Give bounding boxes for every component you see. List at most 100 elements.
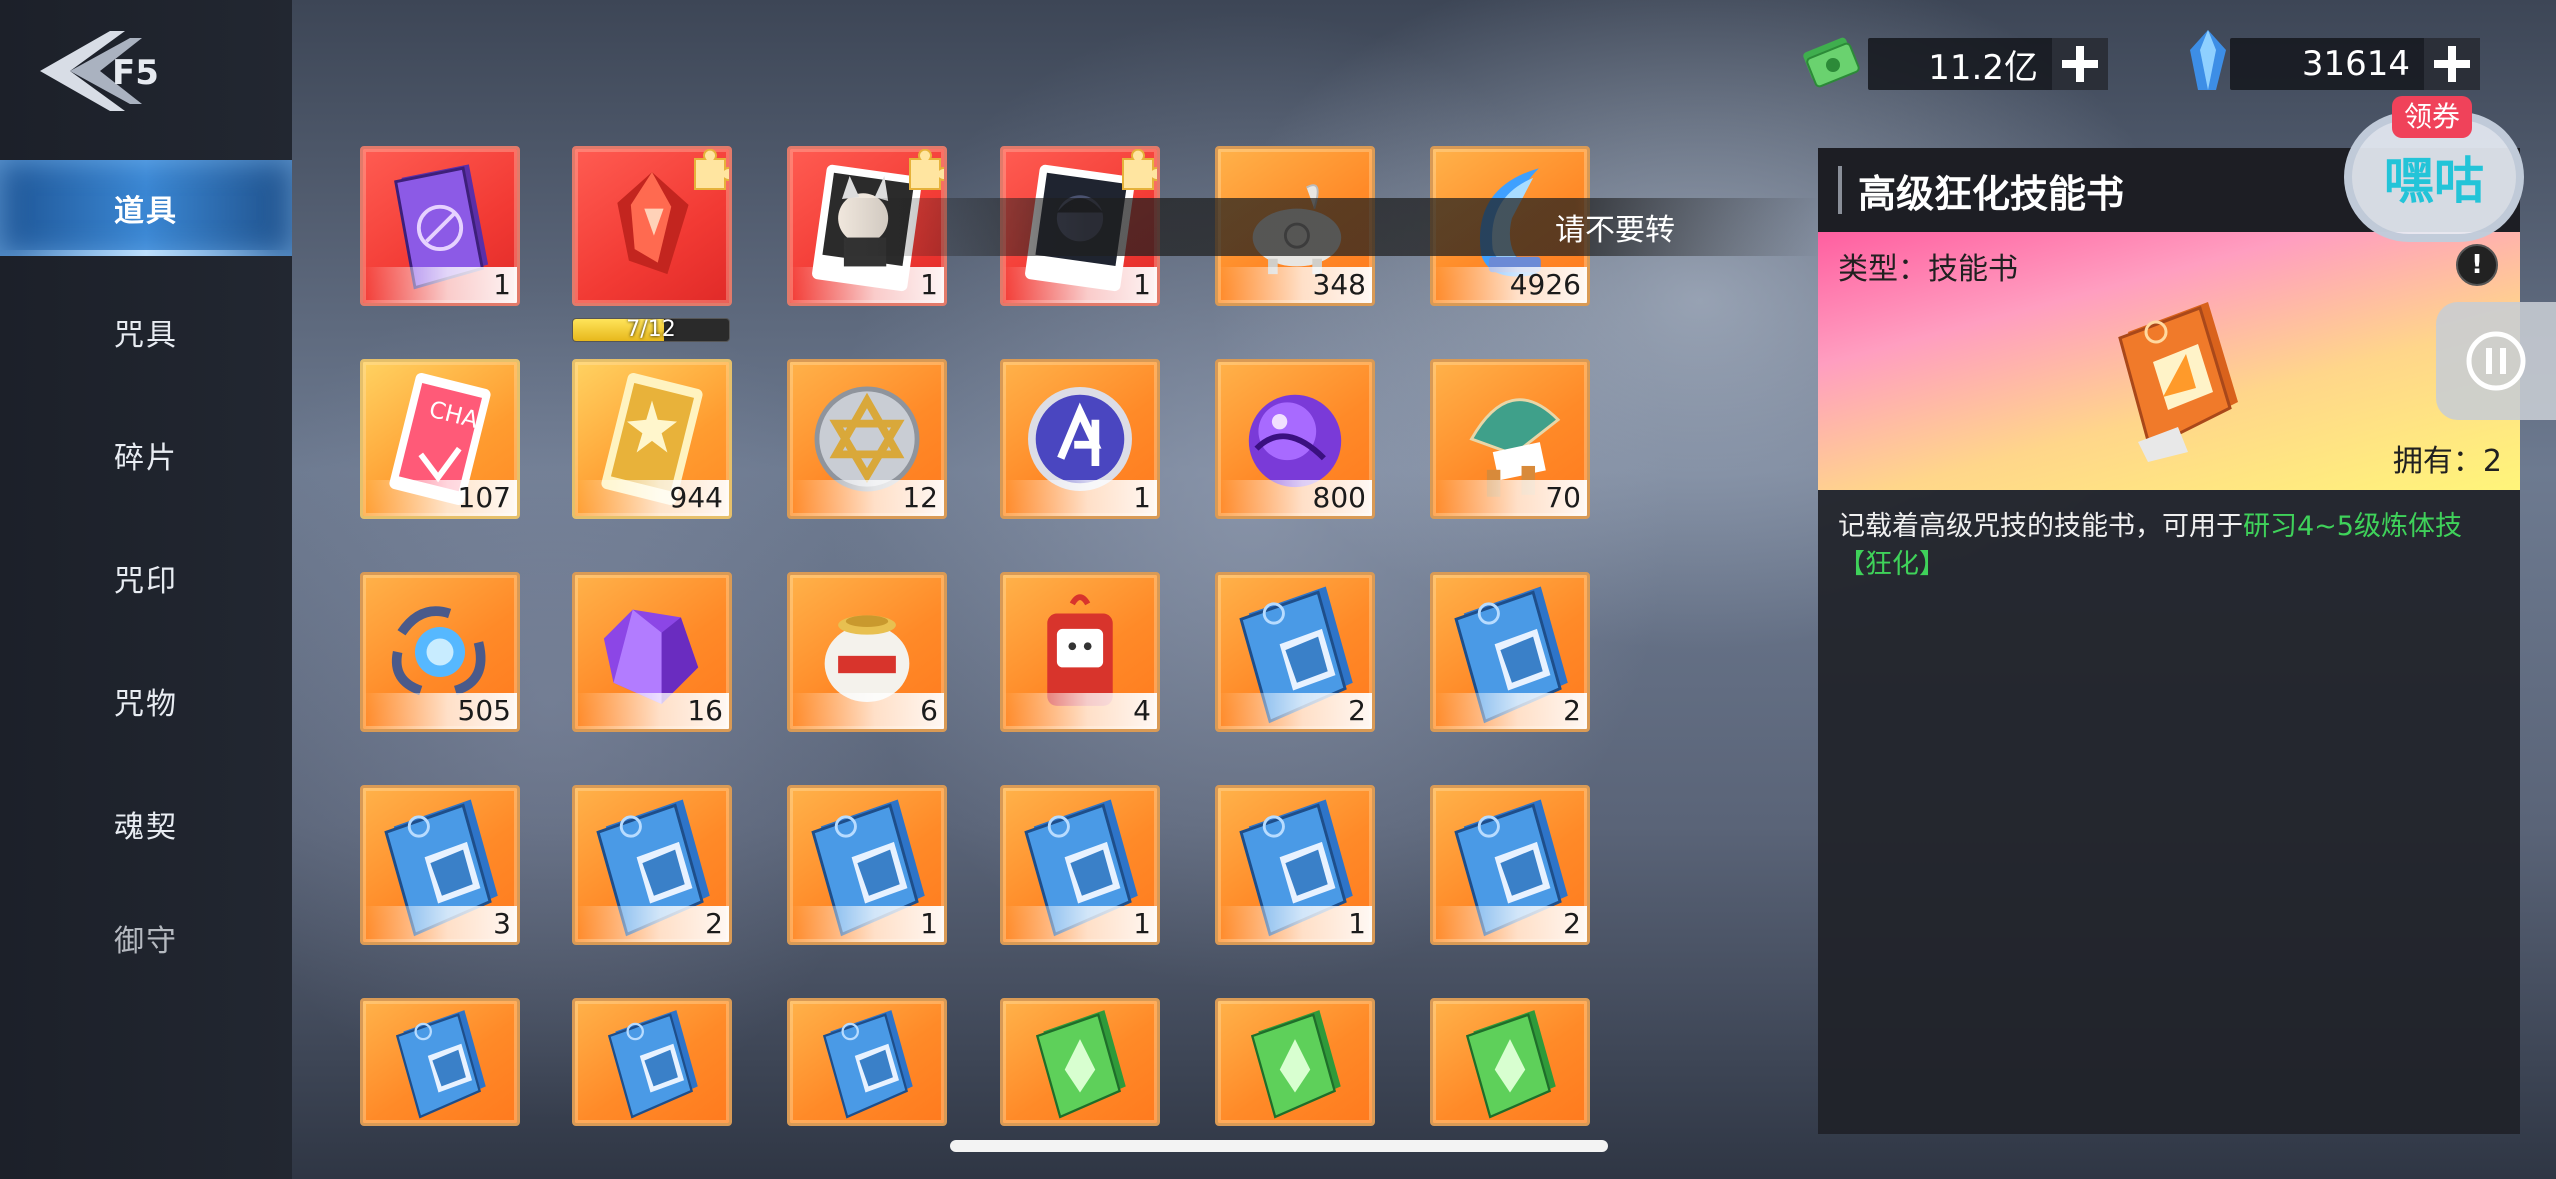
item-count: 2 [1433, 906, 1587, 942]
inventory-item-red-gem-shard[interactable] [572, 146, 732, 306]
item-count: 1 [1003, 480, 1157, 516]
inventory-item-blue-orb-claw[interactable]: 505 [360, 572, 520, 732]
gem-amount: 31614 [2301, 44, 2410, 84]
inventory-item-star-coin[interactable]: 12 [787, 359, 947, 519]
sidebar-item-label: 咒印 [114, 564, 178, 599]
inventory-item-clay-jar[interactable]: 6 [787, 572, 947, 732]
sidebar-item-amulets[interactable]: 御守 [0, 890, 292, 986]
item-count: 1 [1218, 906, 1372, 942]
item-count: 4926 [1433, 267, 1587, 303]
inventory-item-blue-skill-book[interactable]: 2 [572, 785, 732, 945]
inventory-item-blue-skill-book[interactable]: 2 [1430, 572, 1590, 732]
inventory-item-purple-book[interactable]: 1 [360, 146, 520, 306]
item-count: 1 [790, 906, 944, 942]
sidebar-item-artifacts[interactable]: 咒具 [0, 284, 292, 380]
sidebar-item-label: 碎片 [114, 441, 178, 476]
item-count: 1 [1003, 267, 1157, 303]
inventory-item-blue-skill-book[interactable]: 1 [1215, 785, 1375, 945]
item-count: 6 [790, 693, 944, 729]
inventory-item-green-skill-book[interactable] [1000, 998, 1160, 1126]
skill-book-icon [2118, 302, 2238, 462]
item-count: 70 [1433, 480, 1587, 516]
add-gold-button[interactable] [2052, 38, 2108, 90]
item-detail-panel: 高级狂化技能书 类型：技能书 拥有：2 记载着高级咒技的技能书，可用于研习4~5… [1818, 148, 2520, 1134]
blue-skill-book-icon [395, 1010, 486, 1119]
crystal-icon [2190, 30, 2226, 90]
sidebar-item-soul-contracts[interactable]: 魂契 [0, 776, 292, 872]
inventory-item-green-skill-book[interactable] [1215, 998, 1375, 1126]
sidebar-item-label: 御守 [114, 924, 178, 959]
sidebar-item-label: 咒具 [114, 318, 178, 353]
puzzle-icon [1122, 149, 1157, 190]
inventory-item-red-omamori[interactable]: 4 [1000, 572, 1160, 732]
inventory-item-blue-skill-book[interactable]: 2 [1215, 572, 1375, 732]
inventory-item-blue-skill-book[interactable] [787, 998, 947, 1126]
pause-button[interactable] [2436, 302, 2556, 420]
inventory-item-purple-orb[interactable]: 800 [1215, 359, 1375, 519]
plus-icon [2434, 46, 2470, 82]
fragment-progress-bar: 7/12 [572, 318, 730, 342]
cash-icon [1803, 37, 1860, 88]
green-skill-book-icon [1250, 1010, 1341, 1119]
sidebar-item-label: 魂契 [114, 810, 178, 845]
info-button[interactable]: ! [2456, 244, 2498, 286]
item-count: 107 [363, 480, 517, 516]
toast-message: 请不要转 [840, 198, 1820, 256]
progress-text: 7/12 [626, 318, 676, 342]
inventory-item-blue-skill-book[interactable]: 1 [787, 785, 947, 945]
item-count: 1 [790, 267, 944, 303]
blue-skill-book-icon [607, 1010, 698, 1119]
back-arrow-icon: F5 [40, 31, 159, 111]
home-indicator[interactable] [950, 1140, 1608, 1152]
sidebar-item-tools[interactable]: 道具 [0, 160, 292, 256]
inventory-item-blue-skill-book[interactable]: 2 [1430, 785, 1590, 945]
inventory-item-purple-crystal[interactable]: 16 [572, 572, 732, 732]
item-count: 2 [1218, 693, 1372, 729]
item-count: 348 [1218, 267, 1372, 303]
puzzle-icon [909, 149, 944, 190]
sidebar-item-cursed-objects[interactable]: 咒物 [0, 653, 292, 749]
item-count: 1 [1003, 906, 1157, 942]
inventory-item-red-ticket[interactable]: CHA 107 [360, 359, 520, 519]
description-text: 记载着高级咒技的技能书，可用于 [1838, 511, 2243, 542]
item-count: 800 [1218, 480, 1372, 516]
inventory-item-gold-ticket[interactable]: 944 [572, 359, 732, 519]
sidebar-item-label: 咒物 [114, 687, 178, 722]
item-count: 1 [363, 267, 517, 303]
item-count: 12 [790, 480, 944, 516]
promo-label: 嘿咕 [2384, 152, 2484, 210]
info-icon: ! [2471, 250, 2483, 280]
puzzle-icon [694, 149, 729, 190]
inventory-item-blue-skill-book[interactable]: 3 [360, 785, 520, 945]
sidebar-item-seals[interactable]: 咒印 [0, 530, 292, 626]
green-skill-book-icon [1035, 1010, 1126, 1119]
back-button[interactable]: F5 [30, 26, 180, 116]
svg-text:F5: F5 [112, 53, 159, 93]
item-count: 3 [363, 906, 517, 942]
blue-skill-book-icon [822, 1010, 913, 1119]
item-count: 2 [575, 906, 729, 942]
item-owned-count: 拥有：2 [2392, 444, 2502, 479]
item-title: 高级狂化技能书 [1858, 171, 2125, 216]
inventory-item-blue-skill-book[interactable] [360, 998, 520, 1126]
gold-currency: 11.2亿 [1868, 38, 2108, 90]
inventory-item-blue-skill-book[interactable]: 1 [1000, 785, 1160, 945]
item-description: 记载着高级咒技的技能书，可用于研习4~5级炼体技【狂化】 [1818, 490, 2520, 602]
inventory-item-fan-charm[interactable]: 70 [1430, 359, 1590, 519]
inventory-item-blue-skill-book[interactable] [572, 998, 732, 1126]
item-count: 2 [1433, 693, 1587, 729]
gold-amount: 11.2亿 [1928, 47, 2038, 88]
item-count: 505 [363, 693, 517, 729]
sidebar-item-fragments[interactable]: 碎片 [0, 407, 292, 503]
item-type: 类型：技能书 [1838, 252, 2018, 287]
sidebar-item-label: 道具 [114, 194, 178, 229]
inventory-item-green-skill-book[interactable] [1430, 998, 1590, 1126]
item-count: 944 [575, 480, 729, 516]
inventory-item-blue-coin[interactable]: 1 [1000, 359, 1160, 519]
add-gem-button[interactable] [2424, 38, 2480, 90]
sidebar: F5 道具 咒具 碎片 咒印 咒物 魂契 御守 [0, 0, 292, 1179]
promo-tag: 领券 [2392, 96, 2473, 138]
green-skill-book-icon [1465, 1010, 1556, 1119]
toast-text: 请不要转 [1555, 213, 1675, 248]
item-banner: 类型：技能书 拥有：2 [1818, 232, 2520, 490]
